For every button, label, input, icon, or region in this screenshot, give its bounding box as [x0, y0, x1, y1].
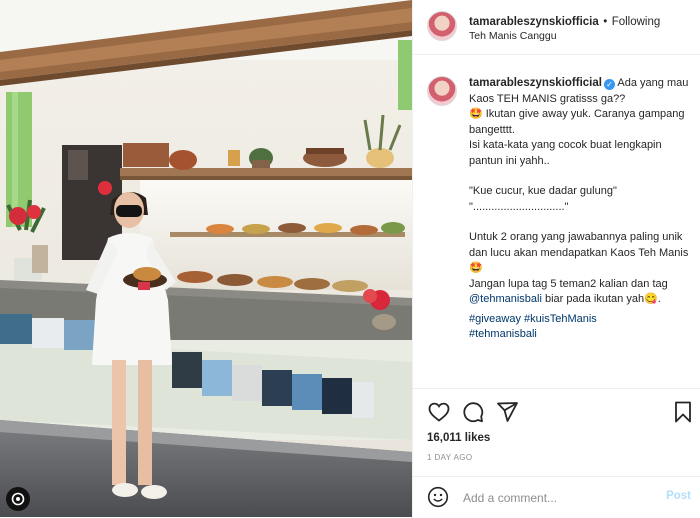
comment-icon[interactable]: [461, 400, 485, 424]
comment-box: Post: [413, 476, 700, 518]
post-location[interactable]: Teh Manis Canggu: [469, 30, 557, 42]
following-button[interactable]: Following: [612, 16, 661, 28]
follow-dot: •: [603, 16, 608, 28]
bookmark-icon[interactable]: [671, 400, 695, 424]
post-header: tamarableszynskiofficia • Following Teh …: [413, 0, 700, 55]
caption-line: Untuk 2 orang yang jawabannya paling uni…: [469, 231, 689, 274]
emoji-icon[interactable]: [427, 486, 449, 508]
post-comment-button[interactable]: Post: [666, 490, 691, 502]
post-age[interactable]: 1 DAY AGO: [427, 453, 473, 462]
hashtag-link[interactable]: #kuisTehManis: [524, 313, 597, 325]
threads-logo-icon[interactable]: [6, 487, 30, 511]
comment-input[interactable]: [461, 487, 635, 509]
share-icon[interactable]: [495, 400, 519, 424]
hashtag-link[interactable]: #giveaway: [469, 313, 521, 325]
photo-illustration: [0, 0, 412, 517]
caption-line: Jangan lupa tag 5 teman2 kalian dan tag: [469, 277, 668, 290]
caption-username[interactable]: tamarableszynskiofficial: [469, 77, 602, 89]
heart-icon[interactable]: [427, 400, 451, 424]
caption-line: "Kue cucur, kue dadar gulung": [469, 185, 617, 197]
post-photo[interactable]: [0, 0, 412, 517]
post-caption: tamarableszynskiofficial ✓ Ada yang mau K…: [469, 76, 691, 343]
caption-avatar[interactable]: [427, 76, 457, 106]
caption-line: Isi kata-kata yang cocok buat lengkapin …: [469, 139, 662, 167]
header-username[interactable]: tamarableszynskiofficia: [469, 16, 599, 28]
hashtag-link[interactable]: #tehmanisbali: [469, 328, 537, 340]
caption-line: [469, 215, 691, 230]
avatar[interactable]: [427, 11, 457, 41]
caption-line: "..............................": [469, 200, 569, 213]
caption-line: [469, 169, 691, 184]
caption-line: biar pada ikutan yah😋.: [545, 293, 661, 305]
verified-badge-icon: ✓: [603, 79, 615, 90]
mention-link[interactable]: @tehmanisbali: [469, 293, 542, 305]
likes-count[interactable]: 16,011 likes: [427, 432, 490, 444]
action-bar: [413, 388, 700, 423]
post-details-panel: tamarableszynskiofficia • Following Teh …: [412, 0, 700, 517]
caption-line: 🤩 Ikutan give away yuk. Caranya gampang …: [469, 108, 685, 136]
